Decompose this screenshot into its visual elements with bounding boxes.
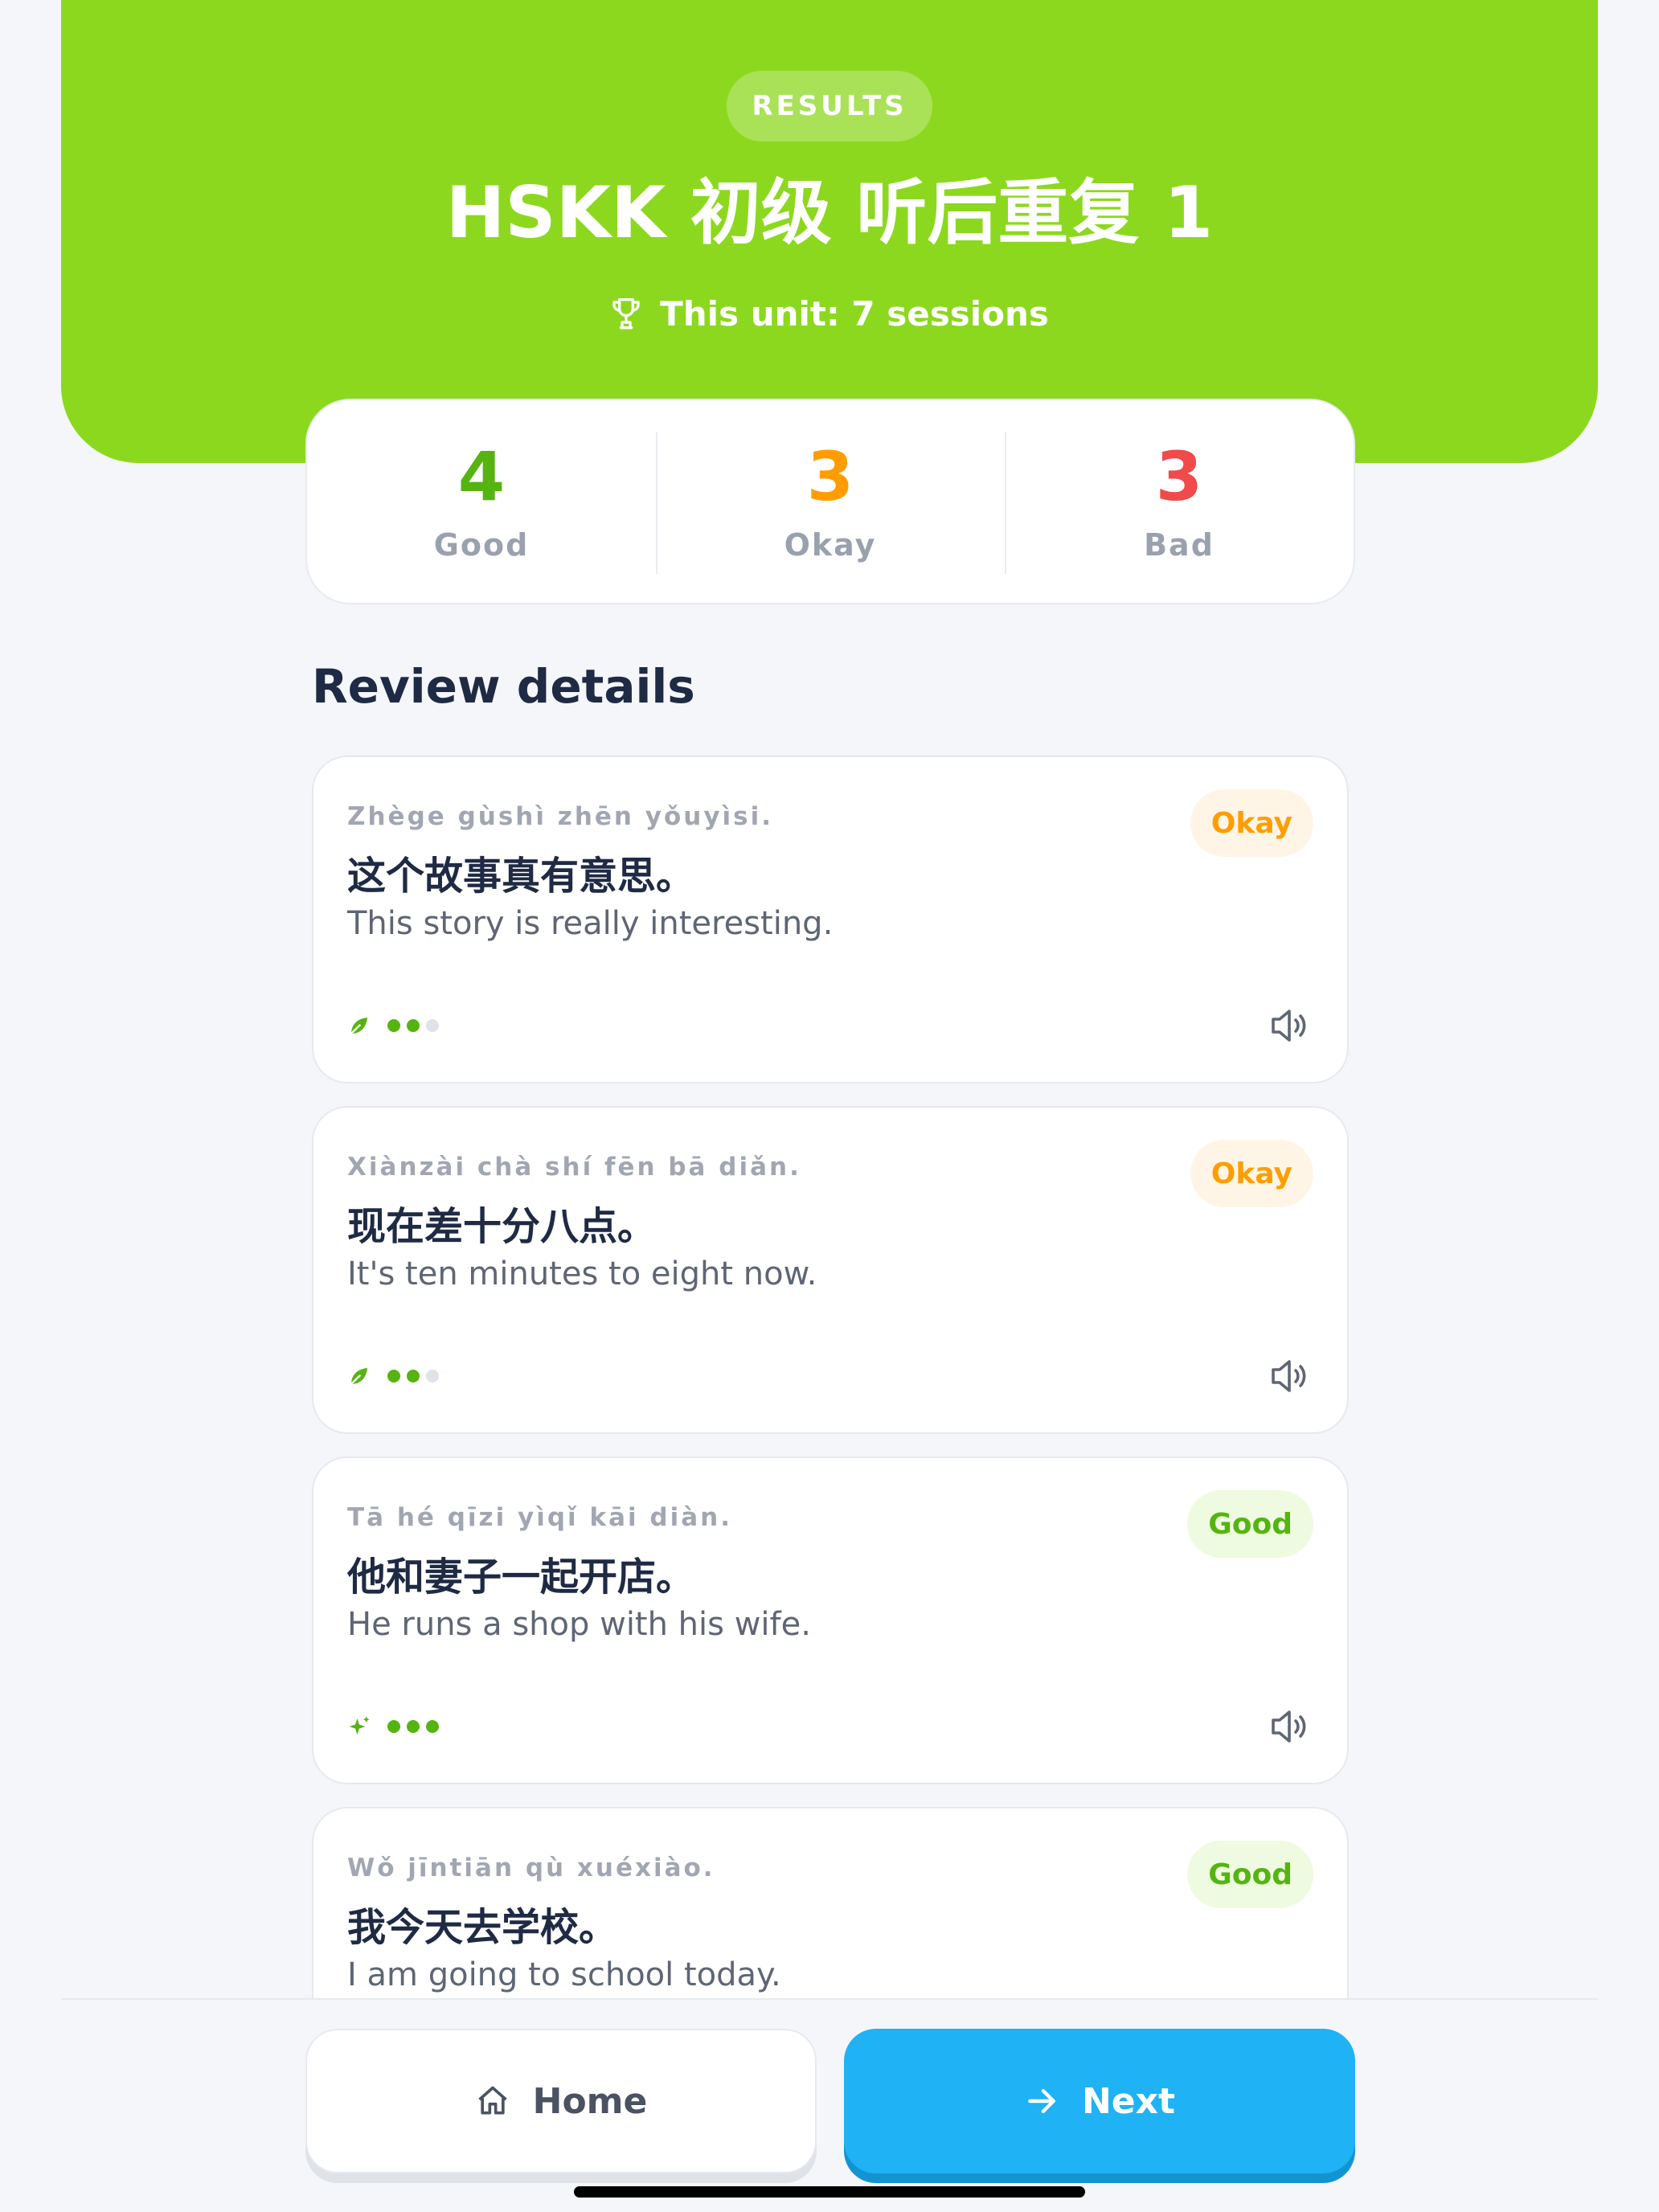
stat-okay: 3 Okay <box>656 400 1005 603</box>
speaker-icon[interactable] <box>1268 1005 1310 1047</box>
review-card[interactable]: Xiànzài chà shí fēn bā diǎn. 现在差十分八点。 It… <box>312 1106 1349 1434</box>
pinyin-text: Tā hé qīzi yìqǐ kāi diàn. <box>347 1503 732 1532</box>
mastery-dot-filled <box>387 1720 400 1733</box>
score-summary: 4 Good 3 Okay 3 Bad <box>305 399 1355 604</box>
review-card[interactable]: Zhège gùshì zhēn yǒuyìsi. 这个故事真有意思。 This… <box>312 756 1349 1083</box>
unit-title: HSKK 初级 听后重复 1 <box>445 171 1214 254</box>
mastery-dot-empty <box>426 1370 439 1382</box>
stat-okay-value: 3 <box>806 437 854 516</box>
hanzi-text: 这个故事真有意思。 <box>347 854 695 899</box>
stat-good-value: 4 <box>457 437 506 516</box>
stat-okay-label: Okay <box>784 527 877 563</box>
unit-sessions-text: This unit: 7 sessions <box>660 294 1049 334</box>
translation-text: I am going to school today. <box>347 1956 781 1993</box>
rating-badge: Good <box>1187 1490 1313 1558</box>
hanzi-text: 他和妻子一起开店。 <box>347 1555 695 1600</box>
home-button[interactable]: Home <box>305 2029 817 2173</box>
translation-text: He runs a shop with his wife. <box>347 1606 811 1643</box>
trophy-icon <box>612 297 640 329</box>
rating-badge: Good <box>1187 1841 1313 1908</box>
home-button-label: Home <box>532 2080 648 2122</box>
mastery-dot-filled <box>426 1720 439 1733</box>
mastery-meter <box>347 1712 439 1741</box>
pinyin-text: Wǒ jīntiān qù xuéxiào. <box>347 1854 715 1882</box>
stat-bad-label: Bad <box>1144 527 1215 563</box>
stat-good-label: Good <box>433 527 530 563</box>
rating-badge: Okay <box>1190 1140 1313 1207</box>
translation-text: It's ten minutes to eight now. <box>347 1256 817 1292</box>
sparkle-icon <box>349 1716 370 1735</box>
bottom-action-bar <box>61 1998 1598 2212</box>
leaf-icon <box>350 1368 367 1385</box>
mastery-dot-filled <box>407 1370 420 1382</box>
review-details-heading: Review details <box>312 659 695 714</box>
pinyin-text: Xiànzài chà shí fēn bā diǎn. <box>347 1153 801 1182</box>
stat-bad-value: 3 <box>1155 437 1203 516</box>
review-list[interactable]: Zhège gùshì zhēn yǒuyìsi. 这个故事真有意思。 This… <box>0 748 1659 1998</box>
translation-text: This story is really interesting. <box>347 905 834 942</box>
unit-sessions: This unit: 7 sessions <box>0 294 1659 334</box>
hanzi-text: 现在差十分八点。 <box>347 1204 657 1249</box>
next-button-label: Next <box>1081 2080 1176 2122</box>
review-card[interactable]: Tā hé qīzi yìqǐ kāi diàn. 他和妻子一起开店。 He r… <box>312 1456 1349 1784</box>
mastery-dot-filled <box>407 1019 420 1032</box>
stat-bad: 3 Bad <box>1005 400 1354 603</box>
pinyin-text: Zhège gùshì zhēn yǒuyìsi. <box>347 802 774 831</box>
mastery-dot-filled <box>407 1720 420 1733</box>
stat-good: 4 Good <box>307 400 656 603</box>
mastery-dot-filled <box>387 1019 400 1032</box>
results-badge: RESULTS <box>727 71 932 141</box>
hanzi-text: 我今天去学校。 <box>347 1905 618 1950</box>
speaker-icon[interactable] <box>1268 1706 1310 1747</box>
mastery-dot-filled <box>387 1370 400 1382</box>
review-card[interactable]: Wǒ jīntiān qù xuéxiào. 我今天去学校。 I am goin… <box>312 1807 1349 1998</box>
rating-badge: Okay <box>1190 789 1313 857</box>
arrow-right-icon <box>1028 2088 1055 2114</box>
speaker-icon[interactable] <box>1268 1355 1310 1397</box>
next-button[interactable]: Next <box>844 2029 1355 2173</box>
home-icon <box>477 2086 507 2115</box>
leaf-icon <box>350 1018 367 1034</box>
mastery-meter <box>347 1362 439 1391</box>
mastery-meter <box>347 1011 439 1040</box>
mastery-dot-empty <box>426 1019 439 1032</box>
home-indicator <box>574 2186 1085 2198</box>
